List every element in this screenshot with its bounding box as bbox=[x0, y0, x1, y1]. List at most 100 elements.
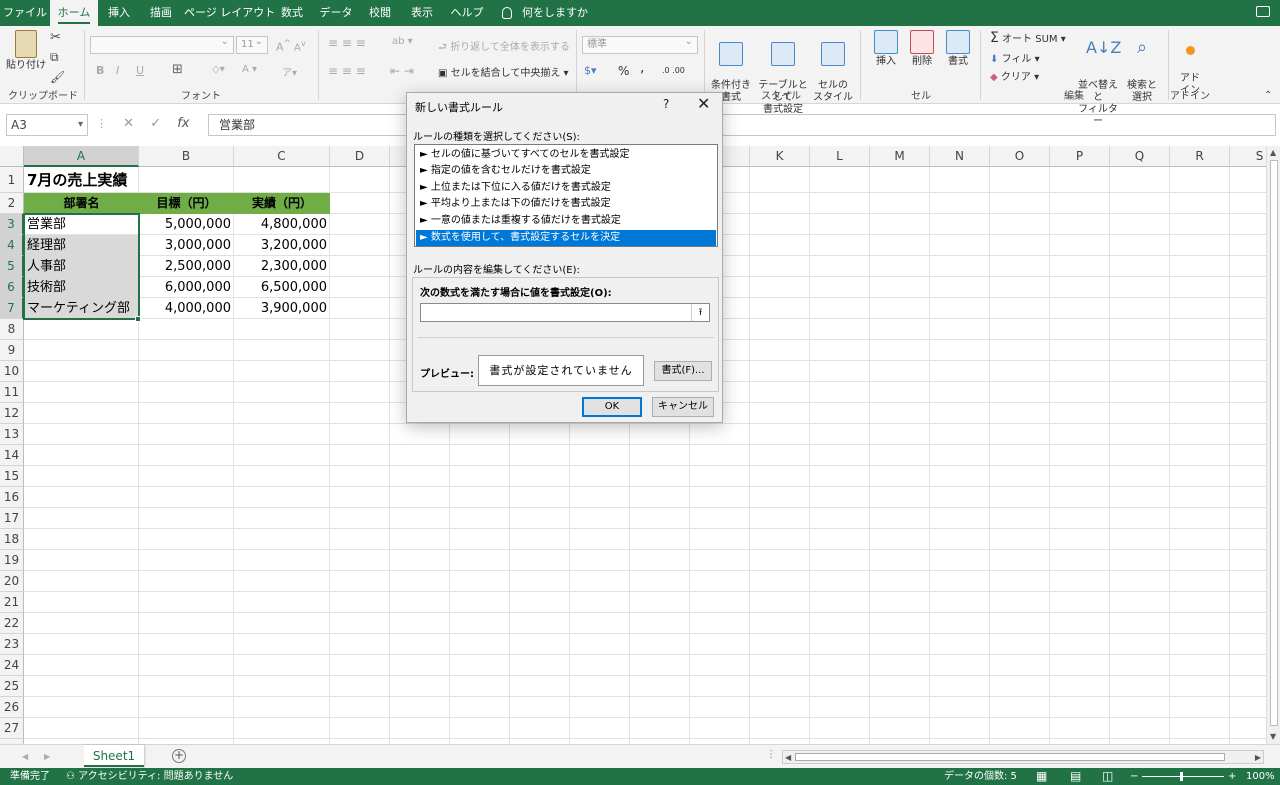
row-header[interactable]: 23 bbox=[0, 634, 24, 655]
add-sheet-icon[interactable]: + bbox=[172, 749, 186, 763]
help-icon[interactable]: ? bbox=[663, 97, 669, 111]
format-as-table-button[interactable]: テーブルとして 書式設定 bbox=[754, 30, 812, 116]
border-icon[interactable]: ⊞ bbox=[172, 62, 183, 77]
formula-input[interactable]: 営業部 bbox=[208, 114, 1276, 136]
collapse-ribbon-icon[interactable]: ⌃ bbox=[1264, 90, 1272, 101]
column-header[interactable]: L bbox=[810, 146, 870, 167]
rule-type-item[interactable]: ► セルの値に基づいてすべてのセルを書式設定 bbox=[416, 147, 716, 163]
decimal-icons[interactable]: .0 .00 bbox=[662, 66, 685, 75]
formula-input-field[interactable]: ⭱ bbox=[420, 303, 710, 322]
select-all-corner[interactable] bbox=[0, 146, 24, 167]
orientation-icon[interactable]: ab ▾ bbox=[392, 36, 413, 47]
vertical-scrollbar[interactable]: ▲ ▼ bbox=[1266, 146, 1280, 744]
row-header[interactable]: 12 bbox=[0, 403, 24, 424]
row-header[interactable]: 27 bbox=[0, 718, 24, 739]
column-header[interactable]: R bbox=[1170, 146, 1230, 167]
column-header[interactable]: O bbox=[990, 146, 1050, 167]
row-header[interactable]: 13 bbox=[0, 424, 24, 445]
row-header[interactable]: 5 bbox=[0, 256, 24, 277]
row-header[interactable]: 21 bbox=[0, 592, 24, 613]
page-layout-icon[interactable]: ▤ bbox=[1070, 768, 1081, 785]
accessibility-status[interactable]: ⚇ アクセシビリティ: 問題ありません bbox=[66, 768, 233, 785]
tab-home[interactable]: ホーム bbox=[50, 0, 98, 26]
collapse-dialog-icon[interactable]: ⭱ bbox=[691, 304, 709, 321]
scroll-down-icon[interactable]: ▼ bbox=[1270, 732, 1276, 741]
delete-cells-button[interactable]: 削除 bbox=[904, 30, 940, 68]
indent-icon[interactable]: ⇤ ⇥ bbox=[390, 64, 414, 78]
fill-color-icon[interactable]: ◇▾ bbox=[212, 64, 225, 75]
cut-icon[interactable]: ✂ bbox=[50, 30, 61, 45]
increase-font-icon[interactable]: A^ bbox=[276, 38, 291, 54]
rule-type-item[interactable]: ► 平均より上または下の値だけを書式設定 bbox=[416, 196, 716, 212]
font-color-icon[interactable]: A ▾ bbox=[242, 64, 257, 75]
header-cell[interactable]: 目標（円） bbox=[139, 193, 234, 214]
scroll-right-icon[interactable]: ▶ bbox=[1255, 753, 1261, 762]
header-cell[interactable]: 実績（円） bbox=[234, 193, 330, 214]
enter-icon[interactable]: ✓ bbox=[150, 116, 161, 131]
row-header[interactable]: 24 bbox=[0, 655, 24, 676]
row-header[interactable]: 15 bbox=[0, 466, 24, 487]
actual-cell[interactable]: 3,900,000 bbox=[234, 298, 330, 319]
row-header[interactable]: 3 bbox=[0, 214, 24, 235]
fill-handle[interactable] bbox=[135, 316, 141, 322]
phonetic-icon[interactable]: ア▾ bbox=[282, 64, 297, 79]
actual-cell[interactable]: 2,300,000 bbox=[234, 256, 330, 277]
zoom-in-icon[interactable]: + bbox=[1228, 768, 1236, 785]
align-left-icon[interactable]: ≡ ≡ ≡ bbox=[328, 64, 366, 78]
actual-cell[interactable]: 4,800,000 bbox=[234, 214, 330, 235]
name-box[interactable]: A3 bbox=[6, 114, 88, 136]
rule-type-item[interactable]: ► 上位または下位に入る値だけを書式設定 bbox=[416, 180, 716, 196]
sheet-title-cell[interactable]: 7月の売上実績 bbox=[24, 167, 224, 193]
scroll-up-icon[interactable]: ▲ bbox=[1270, 148, 1276, 157]
insert-cells-button[interactable]: 挿入 bbox=[868, 30, 904, 68]
row-header[interactable]: 9 bbox=[0, 340, 24, 361]
format-button[interactable]: 書式(F)... bbox=[654, 361, 712, 381]
column-header[interactable]: N bbox=[930, 146, 990, 167]
column-header[interactable]: P bbox=[1050, 146, 1110, 167]
insert-function-icon[interactable]: fx bbox=[177, 116, 189, 131]
comma-button[interactable]: , bbox=[640, 60, 644, 76]
normal-view-icon[interactable]: ▦ bbox=[1036, 768, 1047, 785]
row-header[interactable]: 20 bbox=[0, 571, 24, 592]
next-sheet-icon[interactable]: ▶ bbox=[44, 752, 50, 761]
scroll-thumb[interactable] bbox=[1270, 160, 1278, 726]
decrease-font-icon[interactable]: Av bbox=[294, 38, 306, 53]
align-top-icon[interactable]: ≡ ≡ ≡ bbox=[328, 36, 366, 50]
cancel-icon[interactable]: ✕ bbox=[123, 116, 134, 131]
prev-sheet-icon[interactable]: ◀ bbox=[22, 752, 28, 761]
paste-button[interactable]: 貼り付け bbox=[6, 30, 46, 72]
column-header[interactable]: S bbox=[1230, 146, 1266, 167]
underline-button[interactable]: U bbox=[136, 64, 144, 77]
scroll-left-icon[interactable]: ◀ bbox=[785, 753, 791, 762]
format-painter-icon[interactable]: 🖌 bbox=[50, 70, 65, 84]
bold-button[interactable]: B bbox=[96, 64, 104, 77]
tab-insert[interactable]: 挿入 bbox=[100, 0, 138, 26]
fill-button[interactable]: ⬇ フィル ▾ bbox=[990, 50, 1040, 65]
row-header[interactable]: 14 bbox=[0, 445, 24, 466]
column-header[interactable]: K bbox=[750, 146, 810, 167]
column-header[interactable]: Q bbox=[1110, 146, 1170, 167]
tab-formulas[interactable]: 数式 bbox=[272, 0, 312, 26]
target-cell[interactable]: 3,000,000 bbox=[139, 235, 234, 256]
wrap-text-button[interactable]: ⮐ 折り返して全体を表示する bbox=[438, 38, 570, 57]
tab-view[interactable]: 表示 bbox=[402, 0, 442, 26]
column-header[interactable]: B bbox=[139, 146, 234, 167]
cancel-button[interactable]: キャンセル bbox=[652, 397, 714, 417]
row-header[interactable]: 22 bbox=[0, 613, 24, 634]
font-name-combo[interactable] bbox=[90, 34, 234, 54]
tell-me-search[interactable]: 何をしますか bbox=[502, 0, 588, 26]
zoom-out-icon[interactable]: − bbox=[1130, 768, 1138, 785]
tab-draw[interactable]: 描画 bbox=[140, 0, 182, 26]
target-cell[interactable]: 5,000,000 bbox=[139, 214, 234, 235]
row-header[interactable]: 4 bbox=[0, 235, 24, 256]
tab-help[interactable]: ヘルプ bbox=[444, 0, 490, 26]
row-header[interactable]: 16 bbox=[0, 487, 24, 508]
clear-button[interactable]: ◆ クリア ▾ bbox=[990, 68, 1039, 83]
actual-cell[interactable]: 6,500,000 bbox=[234, 277, 330, 298]
actual-cell[interactable]: 3,200,000 bbox=[234, 235, 330, 256]
row-header[interactable]: 18 bbox=[0, 529, 24, 550]
row-header[interactable]: 8 bbox=[0, 319, 24, 340]
column-header[interactable]: M bbox=[870, 146, 930, 167]
ok-button[interactable]: OK bbox=[582, 397, 642, 417]
close-icon[interactable]: ✕ bbox=[697, 94, 710, 113]
